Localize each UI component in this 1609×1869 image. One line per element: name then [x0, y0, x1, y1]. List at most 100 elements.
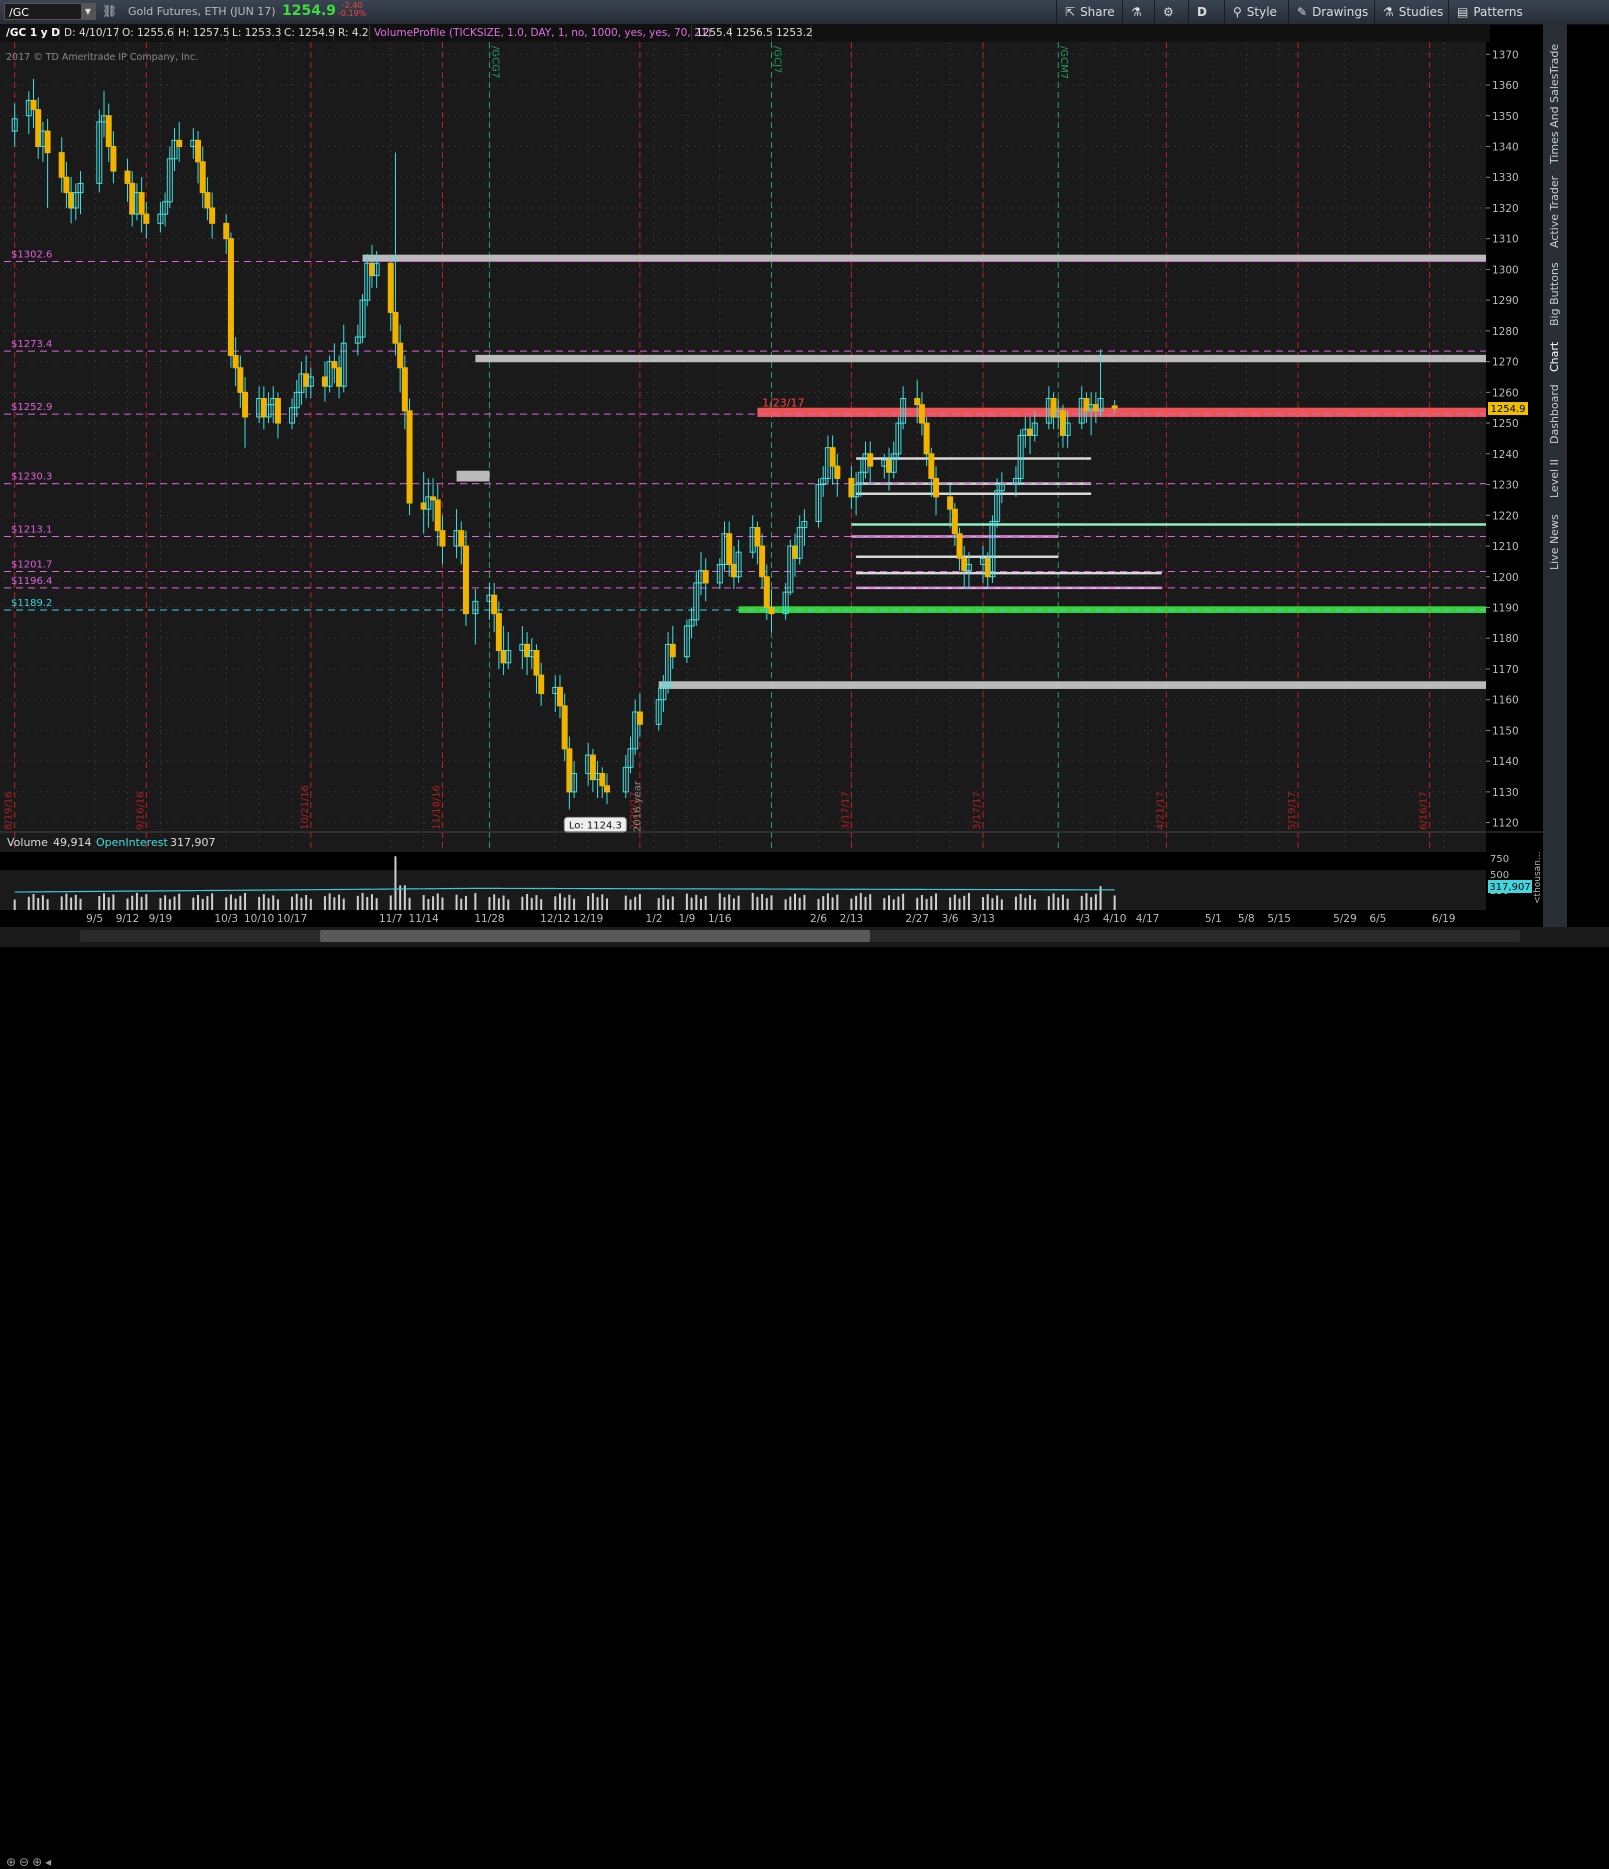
candle-body — [1111, 405, 1118, 409]
candle-body — [232, 354, 239, 369]
y-tick-label: 1130 — [1492, 787, 1519, 799]
y-tick-label: 1300 — [1492, 264, 1519, 276]
gear-icon: ⚙ — [1163, 5, 1174, 19]
y-tick-label: 1340 — [1492, 141, 1519, 153]
x-tick-label: 12/12 — [540, 913, 570, 925]
price-zone — [456, 470, 490, 482]
right-nav: Trade Times And Sales Active Trader Big … — [1543, 24, 1567, 934]
candle-body — [223, 222, 230, 240]
candle-body — [914, 398, 921, 406]
chevron-down-icon[interactable]: ▼ — [81, 4, 95, 19]
last-price-badge: 1254.9 — [1491, 404, 1526, 415]
candle-body — [556, 686, 563, 707]
candle-body — [124, 170, 131, 184]
y-tick-label: 1140 — [1492, 756, 1519, 768]
year-label: 2016 year — [633, 780, 644, 832]
x-tick-label: 9/19 — [149, 913, 173, 925]
x-tick-label: 10/17 — [277, 913, 307, 925]
candle-body — [63, 176, 70, 194]
share-label: Share — [1080, 5, 1115, 19]
candle-body — [702, 570, 709, 584]
candle-body — [434, 499, 441, 532]
candle-body — [331, 361, 338, 369]
y-tick-label: 1220 — [1492, 510, 1519, 522]
candle-body — [928, 453, 935, 479]
flask-button[interactable]: ⚗ — [1122, 0, 1154, 24]
zoom-icons[interactable]: ⊕⊖⊕◂ — [6, 1855, 54, 1869]
candle-body — [195, 139, 202, 163]
studies-label: Studies — [1398, 5, 1444, 19]
level-label: $1201.7 — [11, 560, 52, 571]
studies-icon: ⚗ — [1383, 5, 1394, 19]
settings-button[interactable]: ⚙ — [1154, 0, 1188, 24]
level-label: $1213.1 — [11, 525, 52, 536]
patterns-button[interactable]: ▤ Patterns — [1448, 0, 1532, 24]
expiry-label: 6/16/17 — [1419, 791, 1430, 830]
x-tick-label: 4/10 — [1103, 913, 1127, 925]
flask-icon: ⚗ — [1131, 5, 1142, 19]
patterns-icon: ▤ — [1457, 5, 1469, 19]
level-label: $1189.2 — [11, 598, 52, 609]
x-tick-label: 5/1 — [1205, 913, 1222, 925]
candle-body — [603, 785, 610, 793]
share-button[interactable]: ⇱ Share — [1056, 0, 1122, 24]
price-zone — [658, 681, 1486, 689]
candle-body — [933, 477, 940, 498]
x-tick-label: 5/15 — [1267, 913, 1291, 925]
style-label: Style — [1246, 5, 1277, 19]
expiry-label: 8/19/16 — [4, 791, 15, 830]
candle-body — [834, 465, 841, 479]
level-label: $1196.4 — [11, 576, 52, 587]
y-tick-label: 1330 — [1492, 172, 1519, 184]
expiry-label: 11/18/16 — [431, 785, 442, 830]
candle-body — [538, 674, 545, 695]
y-tick-label: 1250 — [1492, 418, 1519, 430]
oi-label: OpenInterest — [96, 836, 168, 849]
candle-body — [44, 130, 51, 154]
x-tick-label: 3/13 — [971, 913, 995, 925]
style-button[interactable]: ⚲ Style — [1224, 0, 1288, 24]
candle-body — [110, 145, 117, 172]
y-tick-label: 1280 — [1492, 326, 1519, 338]
y-tick-label: 1230 — [1492, 480, 1519, 492]
aggregation-button[interactable]: D — [1188, 0, 1224, 24]
x-tick-label: 12/19 — [573, 913, 603, 925]
contract-label: /GCG7 — [489, 46, 500, 78]
level-label: $1273.4 — [11, 339, 52, 350]
candle-body — [227, 238, 234, 356]
x-tick-label: 2/27 — [905, 913, 929, 925]
candle-body — [176, 139, 183, 147]
candle-body — [397, 342, 404, 369]
candle-body — [199, 161, 206, 194]
candle-body — [867, 453, 874, 467]
price-chart[interactable]: 8/19/16 9/16/16 10/21/16 11/18/16 2/20/17 3/1… — [0, 24, 1543, 927]
y-tick-label: 1150 — [1492, 725, 1519, 737]
candle-body — [636, 711, 643, 725]
x-tick-label: 3/6 — [942, 913, 959, 925]
y-tick-label: 1120 — [1492, 818, 1519, 830]
scrollbar-thumb[interactable] — [320, 930, 870, 942]
y-tick-label: 1260 — [1492, 387, 1519, 399]
y-tick-label: 1350 — [1492, 111, 1519, 123]
x-tick-label: 11/28 — [474, 913, 504, 925]
volume-label: Volume — [7, 836, 48, 849]
x-tick-label: 1/9 — [678, 913, 695, 925]
chart-scrollbar[interactable] — [80, 930, 1520, 942]
zone-label: 1/23/17 — [762, 397, 804, 410]
link-icon[interactable]: ⛓ — [102, 4, 117, 18]
patterns-label: Patterns — [1473, 5, 1523, 19]
candle-body — [209, 207, 216, 224]
x-tick-label: 1/2 — [646, 913, 663, 925]
symbol-input[interactable]: /GC ▼ — [4, 3, 96, 20]
candle-body — [458, 530, 465, 547]
expiry-label: 3/17/17 — [840, 791, 851, 830]
level-label: $1230.3 — [11, 472, 52, 483]
studies-button[interactable]: ⚗ Studies — [1374, 0, 1448, 24]
candle-body — [829, 447, 836, 467]
drawings-button[interactable]: ✎ Drawings — [1288, 0, 1374, 24]
x-tick-label: 5/8 — [1238, 913, 1255, 925]
y-tick-label: 1320 — [1492, 203, 1519, 215]
copyright-text: 2017 © TD Ameritrade IP Company, Inc. — [6, 52, 198, 63]
x-tick-label: 5/29 — [1333, 913, 1357, 925]
volume-value: 49,914 — [53, 836, 92, 849]
